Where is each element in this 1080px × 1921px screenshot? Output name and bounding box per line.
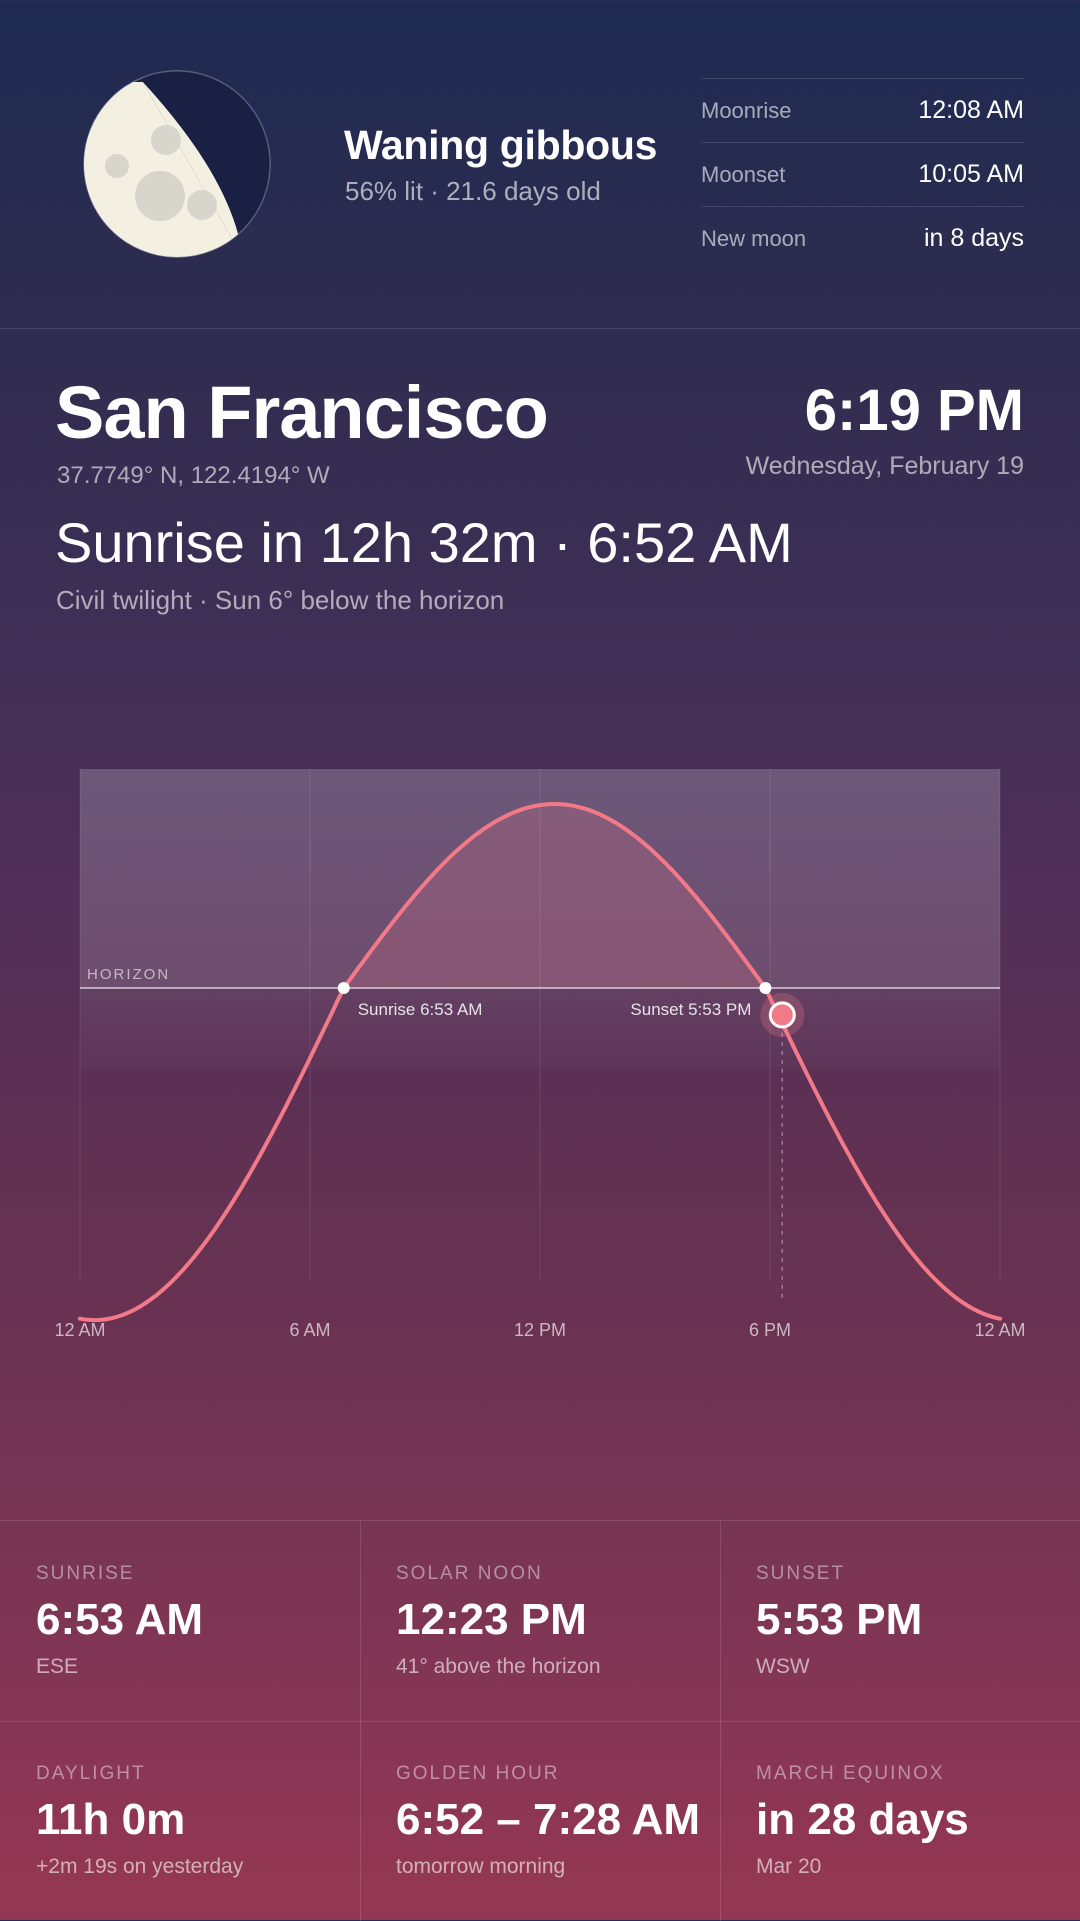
current-date: Wednesday, February 19 xyxy=(745,452,1024,480)
city-name: San Francisco xyxy=(55,371,549,454)
x-tick-label: 12 AM xyxy=(974,1320,1025,1340)
stat-detail: ESE xyxy=(36,1655,79,1678)
x-tick-label: 6 AM xyxy=(289,1320,330,1340)
stat-detail: WSW xyxy=(756,1655,810,1678)
moonrise-label: Moonrise xyxy=(701,97,792,123)
stat-value: 6:52 – 7:28 AM xyxy=(396,1795,701,1844)
stat-value: 6:53 AM xyxy=(36,1595,204,1644)
sunrise-annotation: Sunrise 6:53 AM xyxy=(358,1000,483,1019)
x-tick-label: 12 PM xyxy=(514,1320,566,1340)
stat-value: 11h 0m xyxy=(36,1795,186,1844)
moon-times-table: Moonrise 12:08 AM Moonset 10:05 AM New m… xyxy=(701,78,1024,270)
stat-label: SUNSET xyxy=(756,1563,846,1584)
moonset-row: Moonset 10:05 AM xyxy=(701,142,1024,206)
stat-value: in 28 days xyxy=(756,1795,969,1844)
stat-sunrise: SUNRISE 6:53 AM ESE xyxy=(0,1521,360,1721)
moon-phase-icon xyxy=(83,70,271,258)
stat-daylight: DAYLIGHT 11h 0m +2m 19s on yesterday xyxy=(0,1721,360,1921)
stat-march-equinox: MARCH EQUINOX in 28 days Mar 20 xyxy=(720,1721,1080,1921)
moonrise-row: Moonrise 12:08 AM xyxy=(701,78,1024,142)
x-tick-label: 12 AM xyxy=(54,1320,105,1340)
stat-label: GOLDEN HOUR xyxy=(396,1763,560,1784)
moon-phase-title: Waning gibbous xyxy=(344,122,658,168)
stat-value: 5:53 PM xyxy=(756,1595,923,1644)
stat-detail: Mar 20 xyxy=(756,1855,822,1878)
city-coordinates: 37.7749° N, 122.4194° W xyxy=(57,462,330,489)
new-moon-label: New moon xyxy=(701,225,807,251)
current-sun-position xyxy=(768,1001,796,1029)
sun-path-chart: HORIZON Sunrise 6:53 AM Sunset 5:53 PM 12… xyxy=(54,769,1026,1340)
stat-value: 12:23 PM xyxy=(396,1595,587,1644)
stat-golden-hour: GOLDEN HOUR 6:52 – 7:28 AM tomorrow morn… xyxy=(360,1721,720,1921)
moonset-value: 10:05 AM xyxy=(918,160,1024,188)
stat-detail: +2m 19s on yesterday xyxy=(36,1855,244,1878)
new-moon-value: in 8 days xyxy=(923,224,1024,252)
sunset-marker xyxy=(759,982,772,994)
stat-solar-noon: SOLAR NOON 12:23 PM 41° above the horizo… xyxy=(360,1521,720,1721)
moonset-label: Moonset xyxy=(701,161,786,187)
x-tick-label: 6 PM xyxy=(749,1320,791,1340)
header-divider xyxy=(0,328,1080,329)
sunrise-marker xyxy=(337,982,350,994)
stat-label: DAYLIGHT xyxy=(36,1763,146,1784)
stat-detail: tomorrow morning xyxy=(396,1855,566,1878)
moonrise-value: 12:08 AM xyxy=(918,96,1024,124)
new-moon-row: New moon in 8 days xyxy=(701,206,1024,270)
stat-label: SUNRISE xyxy=(36,1563,135,1584)
stat-sunset: SUNSET 5:53 PM WSW xyxy=(720,1521,1080,1721)
sunset-annotation: Sunset 5:53 PM xyxy=(630,1000,751,1019)
stat-label: MARCH EQUINOX xyxy=(756,1763,945,1784)
horizon-label: HORIZON xyxy=(87,966,170,983)
twilight-status: Civil twilight · Sun 6° below the horizo… xyxy=(56,585,505,615)
stat-detail: 41° above the horizon xyxy=(396,1655,601,1678)
moon-phase-detail: 56% lit · 21.6 days old xyxy=(345,176,601,206)
sun-stats-grid: SUNRISE 6:53 AM ESE SOLAR NOON 12:23 PM … xyxy=(0,1520,1080,1921)
stat-label: SOLAR NOON xyxy=(396,1563,543,1584)
next-sunrise-headline: Sunrise in 12h 32m · 6:52 AM xyxy=(55,511,793,574)
current-time: 6:19 PM xyxy=(804,378,1024,443)
